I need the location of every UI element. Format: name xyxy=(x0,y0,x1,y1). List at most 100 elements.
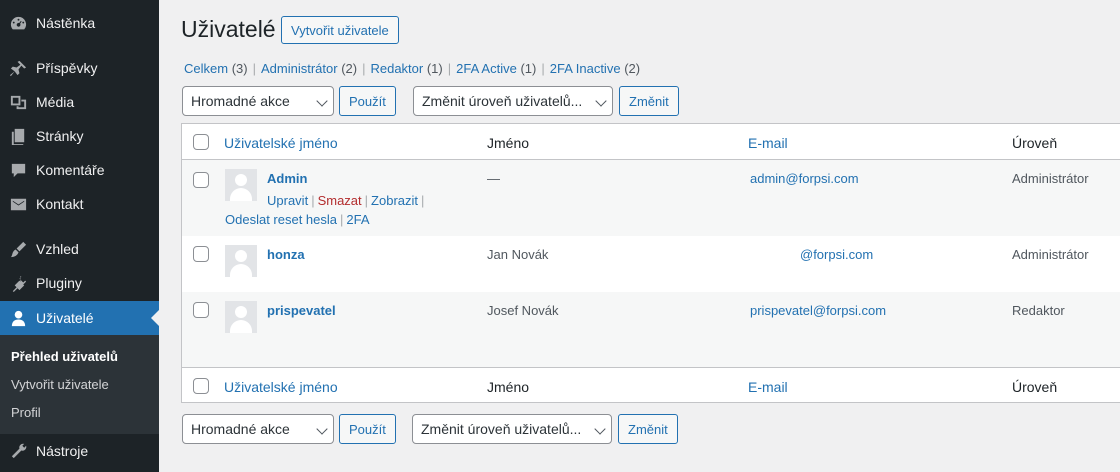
change-role-button-bottom[interactable]: Změnit xyxy=(618,414,678,444)
page-title: Uživatelé xyxy=(181,16,276,42)
send-password-reset-link[interactable]: Odeslat reset hesla xyxy=(225,212,337,227)
user-email[interactable]: admin@forpsi.com xyxy=(750,171,859,186)
chevron-down-icon xyxy=(316,95,328,107)
main-content: Uživatelé Vytvořit uživatele Celkem (3) |… xyxy=(159,0,1120,472)
chevron-down-icon xyxy=(316,423,328,435)
user-email[interactable]: prispevatel@forpsi.com xyxy=(750,303,886,318)
avatar xyxy=(225,245,257,277)
username-link[interactable]: prispevatel xyxy=(267,303,336,318)
sidebar-item-label: Kontakt xyxy=(36,196,84,212)
avatar xyxy=(225,301,257,333)
dashboard-icon xyxy=(1,14,36,33)
sidebar-item-label: Příspěvky xyxy=(36,60,98,76)
filter-count: (2) xyxy=(341,61,358,76)
chevron-down-icon xyxy=(595,95,607,107)
table-header: Uživatelské jméno Jméno E-mail Úroveň xyxy=(182,124,1120,160)
sidebar-item-dashboard[interactable]: Nástěnka xyxy=(0,6,159,40)
pin-icon xyxy=(1,59,36,78)
filter-all[interactable]: Celkem xyxy=(184,61,228,76)
select-all-checkbox-footer[interactable] xyxy=(193,378,209,394)
submenu-item-profile[interactable]: Profil xyxy=(11,405,41,420)
filter-count: (3) xyxy=(231,61,248,76)
sidebar-item-media[interactable]: Média xyxy=(0,85,159,119)
sidebar-item-label: Vzhled xyxy=(36,241,79,257)
page-icon xyxy=(1,127,36,146)
row-actions: Upravit | Smazat | Zobrazit | xyxy=(267,193,425,208)
delete-link[interactable]: Smazat xyxy=(318,193,362,208)
user-role: Redaktor xyxy=(1012,303,1065,318)
row-actions-2: Odeslat reset hesla | 2FA xyxy=(225,212,370,227)
tablenav-top: Hromadné akce Použít Změnit úroveň uživa… xyxy=(182,86,702,116)
username-link[interactable]: Admin xyxy=(267,171,307,186)
sidebar-item-tools[interactable]: Nástroje xyxy=(0,434,159,468)
user-name: — xyxy=(487,171,500,186)
sidebar-item-label: Nástěnka xyxy=(36,15,96,31)
sidebar-item-pages[interactable]: Stránky xyxy=(0,119,159,153)
apply-button-bottom[interactable]: Použít xyxy=(339,414,396,444)
sidebar-item-label: Pluginy xyxy=(36,275,82,291)
username-link[interactable]: honza xyxy=(267,247,305,262)
sidebar-item-posts[interactable]: Příspěvky xyxy=(0,51,159,85)
filter-count: (1) xyxy=(426,61,443,76)
sidebar-item-appearance[interactable]: Vzhled xyxy=(0,232,159,266)
sidebar-item-label: Uživatelé xyxy=(36,310,94,326)
admin-sidebar: Nástěnka Příspěvky Média Stránky Komentá… xyxy=(0,0,159,472)
users-submenu: Přehled uživatelů Vytvořit uživatele Pro… xyxy=(0,335,159,434)
tablenav-bottom: Hromadné akce Použít Změnit úroveň uživa… xyxy=(182,414,702,444)
change-role-button[interactable]: Změnit xyxy=(619,86,679,116)
brush-icon xyxy=(1,240,36,259)
chevron-down-icon xyxy=(594,423,606,435)
sidebar-item-comments[interactable]: Komentáře xyxy=(0,153,159,187)
user-name: Jan Novák xyxy=(487,247,549,262)
user-name: Josef Novák xyxy=(487,303,559,318)
comment-icon xyxy=(1,161,36,180)
column-name-footer: Jméno xyxy=(487,379,530,395)
sidebar-item-label: Stránky xyxy=(36,128,84,144)
view-link[interactable]: Zobrazit xyxy=(371,193,418,208)
table-row: Admin Upravit | Smazat | Zobrazit | Odeslat r… xyxy=(182,160,1120,236)
column-name: Jméno xyxy=(487,135,530,151)
column-email-sort-footer[interactable]: E-mail xyxy=(748,379,788,395)
filter-editor[interactable]: Redaktor xyxy=(370,61,423,76)
bulk-actions-value: Hromadné akce xyxy=(191,421,290,437)
submenu-item-all-users[interactable]: Přehled uživatelů xyxy=(11,349,118,364)
change-role-value: Změnit úroveň uživatelů... xyxy=(421,421,582,437)
user-role: Administrátor xyxy=(1012,171,1089,186)
wrench-icon xyxy=(1,442,36,461)
sidebar-item-plugins[interactable]: Pluginy xyxy=(0,266,159,300)
change-role-value: Změnit úroveň uživatelů... xyxy=(422,93,583,109)
change-role-select-bottom[interactable]: Změnit úroveň uživatelů... xyxy=(412,414,612,444)
add-user-button[interactable]: Vytvořit uživatele xyxy=(281,16,399,44)
user-role: Administrátor xyxy=(1012,247,1089,262)
filter-2fa-active[interactable]: 2FA Active xyxy=(456,61,517,76)
column-role: Úroveň xyxy=(1012,135,1058,151)
twofa-link[interactable]: 2FA xyxy=(346,212,369,227)
sidebar-item-label: Nástroje xyxy=(36,443,89,459)
column-email-sort[interactable]: E-mail xyxy=(748,135,788,151)
mail-icon xyxy=(1,195,36,214)
edit-link[interactable]: Upravit xyxy=(267,193,308,208)
column-username-sort-footer[interactable]: Uživatelské jméno xyxy=(224,379,338,395)
bulk-actions-select[interactable]: Hromadné akce xyxy=(182,86,334,116)
row-checkbox[interactable] xyxy=(193,302,209,318)
sidebar-item-label: Komentáře xyxy=(36,162,105,178)
sidebar-item-users[interactable]: Uživatelé xyxy=(0,301,159,335)
sidebar-item-contact[interactable]: Kontakt xyxy=(0,187,159,221)
apply-button[interactable]: Použít xyxy=(339,86,396,116)
avatar xyxy=(225,169,257,201)
row-checkbox[interactable] xyxy=(193,172,209,188)
filter-administrator[interactable]: Administrátor xyxy=(261,61,338,76)
user-email[interactable]: @forpsi.com xyxy=(800,247,873,262)
table-row: prispevatel Josef Novák prispevatel@forp… xyxy=(182,292,1120,367)
media-icon xyxy=(1,93,36,112)
bulk-actions-select-bottom[interactable]: Hromadné akce xyxy=(182,414,334,444)
column-username-sort[interactable]: Uživatelské jméno xyxy=(224,135,338,151)
column-role-footer: Úroveň xyxy=(1012,379,1058,395)
filter-2fa-inactive[interactable]: 2FA Inactive xyxy=(550,61,621,76)
row-checkbox[interactable] xyxy=(193,246,209,262)
table-footer: Uživatelské jméno Jméno E-mail Úroveň xyxy=(182,367,1120,403)
change-role-select[interactable]: Změnit úroveň uživatelů... xyxy=(413,86,613,116)
submenu-item-add-user[interactable]: Vytvořit uživatele xyxy=(11,377,109,392)
select-all-checkbox[interactable] xyxy=(193,134,209,150)
users-table: Uživatelské jméno Jméno E-mail Úroveň Ad… xyxy=(181,123,1120,403)
